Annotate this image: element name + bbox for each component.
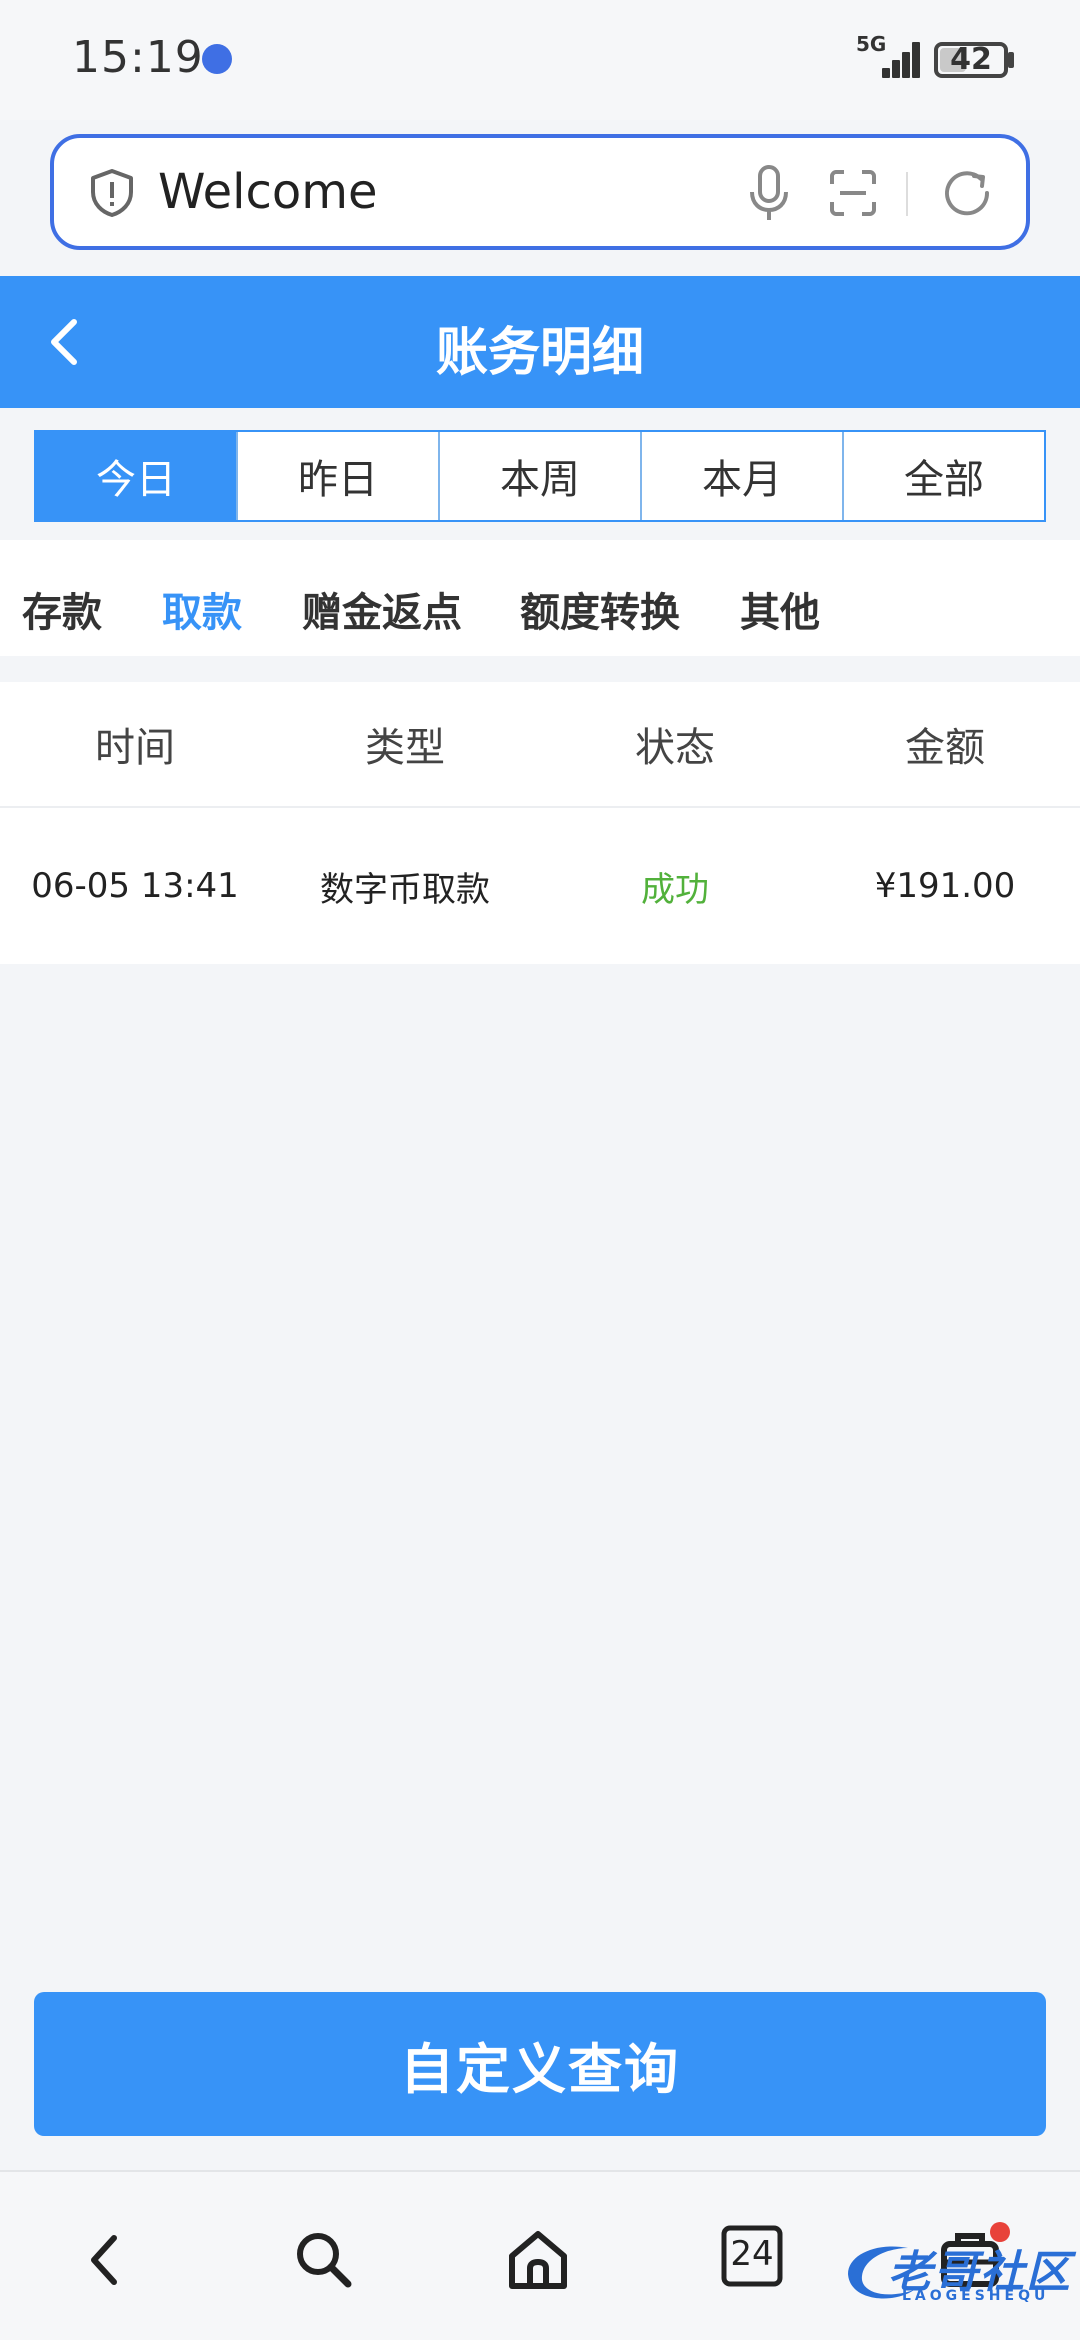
column-amount: 金额 xyxy=(905,725,985,771)
tab-today[interactable]: 今日 xyxy=(36,432,236,520)
watermark-logo: 老哥社区 LAOGESHEQU xyxy=(838,2230,1070,2310)
category-withdraw[interactable]: 取款 xyxy=(162,580,242,638)
custom-query-button[interactable]: 自定义查询 xyxy=(34,1992,1046,2136)
url-text[interactable]: Welcome xyxy=(158,164,378,220)
tab-this-month[interactable]: 本月 xyxy=(640,432,842,520)
tab-yesterday[interactable]: 昨日 xyxy=(236,432,438,520)
signal-icon: 5G xyxy=(856,32,926,80)
tab-count: 24 xyxy=(730,2234,774,2274)
cell-amount: ¥191.00 xyxy=(874,866,1016,906)
battery-level: 42 xyxy=(950,42,992,77)
planet-notification-icon xyxy=(202,44,232,74)
transactions-table: 时间 类型 状态 金额 06-05 13:41 数字币取款 成功 ¥191.00 xyxy=(0,682,1080,964)
table-row[interactable]: 06-05 13:41 数字币取款 成功 ¥191.00 xyxy=(0,808,1080,964)
page-title: 账务明细 xyxy=(435,323,644,383)
tab-all[interactable]: 全部 xyxy=(842,432,1044,520)
tabs-icon[interactable]: 24 xyxy=(720,2224,792,2296)
address-bar[interactable]: Welcome xyxy=(50,134,1030,250)
home-icon[interactable] xyxy=(502,2224,574,2296)
address-divider xyxy=(906,172,908,216)
column-status: 状态 xyxy=(635,725,715,771)
date-filter-tabs: 今日 昨日 本周 本月 全部 xyxy=(34,430,1046,522)
column-time: 时间 xyxy=(95,725,175,771)
shield-icon[interactable] xyxy=(88,168,136,218)
back-icon[interactable] xyxy=(70,2224,142,2296)
cell-type: 数字币取款 xyxy=(320,869,490,910)
refresh-icon[interactable] xyxy=(938,164,996,222)
screen: 15:19 5G 42 Welcome 账务明细 今日 昨日 本周 本月 全部 … xyxy=(0,0,1080,2340)
table-header: 时间 类型 状态 金额 xyxy=(0,682,1080,808)
watermark-subtext: LAOGESHEQU xyxy=(902,2288,1050,2304)
cell-time: 06-05 13:41 xyxy=(31,866,239,906)
tab-this-week[interactable]: 本周 xyxy=(438,432,640,520)
mic-icon[interactable] xyxy=(746,164,792,222)
signal-bars xyxy=(878,40,926,78)
category-bonus-rebate[interactable]: 赠金返点 xyxy=(302,580,462,638)
category-other[interactable]: 其他 xyxy=(740,580,820,638)
cell-status: 成功 xyxy=(641,869,709,910)
category-quota-transfer[interactable]: 额度转换 xyxy=(520,580,680,638)
page-header: 账务明细 xyxy=(0,276,1080,408)
battery-icon: 42 xyxy=(934,42,1008,78)
scan-icon[interactable] xyxy=(828,168,878,218)
status-time: 15:19 xyxy=(72,32,204,83)
category-deposit[interactable]: 存款 xyxy=(22,580,102,638)
column-type: 类型 xyxy=(365,725,445,771)
category-tabs: 存款 取款 赠金返点 额度转换 其他 xyxy=(0,540,1080,656)
battery-cap xyxy=(1008,52,1014,68)
status-bar: 15:19 5G 42 xyxy=(0,0,1080,120)
search-icon[interactable] xyxy=(288,2224,360,2296)
